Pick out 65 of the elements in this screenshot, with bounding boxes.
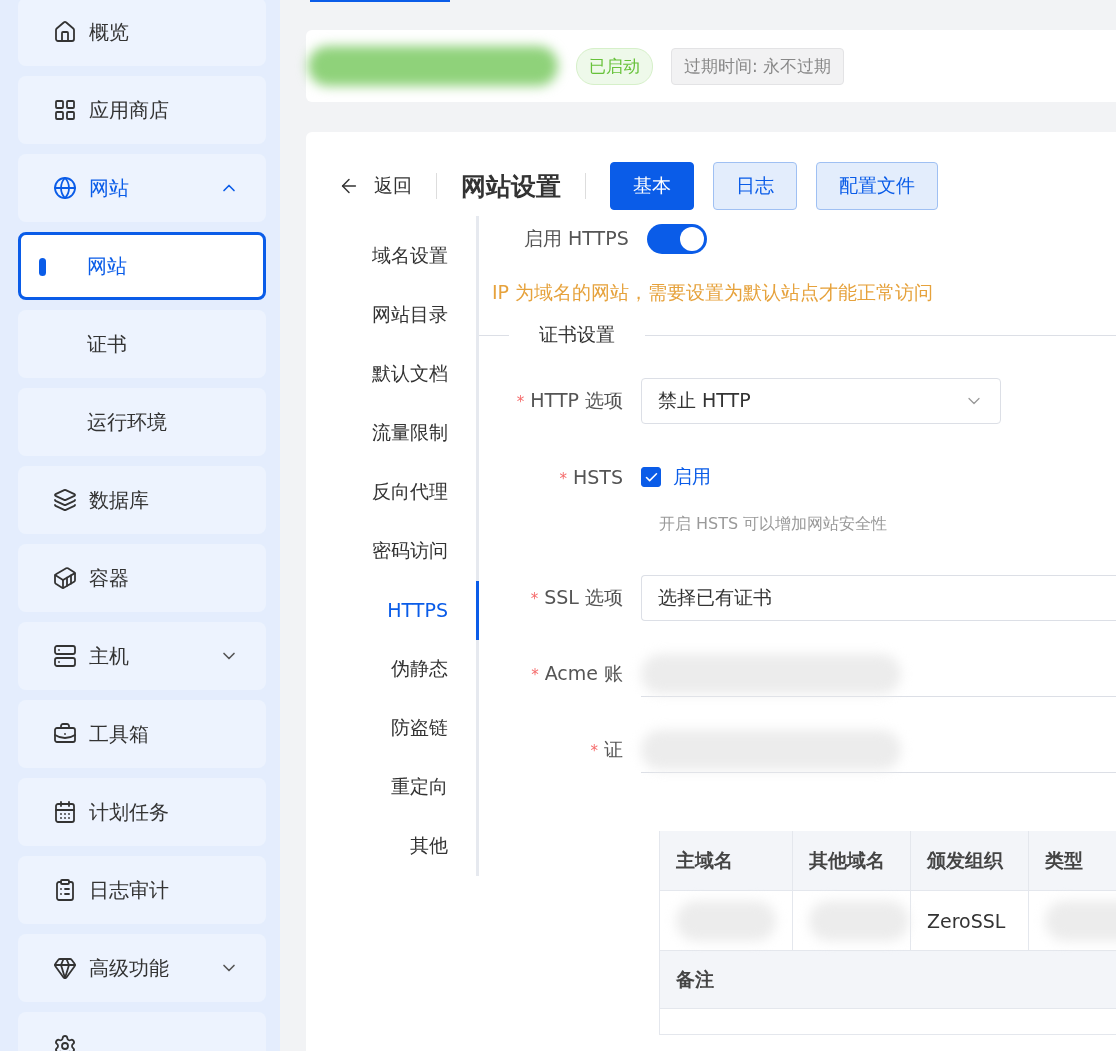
- switch-label: 启用 HTTPS: [524, 226, 629, 251]
- home-icon: [53, 20, 77, 44]
- settings-nav-item[interactable]: 默认文档: [338, 344, 479, 404]
- field-label: SSL 选项: [544, 586, 623, 608]
- status-tag: 已启动: [576, 47, 653, 85]
- field-label: 证: [604, 738, 623, 760]
- settings-nav-item[interactable]: 密码访问: [338, 521, 479, 581]
- server-icon: [53, 644, 77, 668]
- settings-nav-item[interactable]: 网站目录: [338, 285, 479, 345]
- input-field[interactable]: 选择已有证书: [641, 575, 1116, 621]
- required-mark: *: [516, 393, 525, 411]
- settings-nav-item[interactable]: 域名设置: [338, 226, 479, 286]
- sidebar-subitem[interactable]: 运行环境: [18, 388, 266, 456]
- layers-icon: [53, 488, 77, 512]
- container-icon: [53, 566, 77, 590]
- sidebar-subitem[interactable]: 网站: [18, 232, 266, 300]
- settings-nav-item[interactable]: HTTPS: [338, 580, 479, 640]
- back-button[interactable]: 返回: [338, 173, 412, 199]
- gem-icon: [53, 956, 77, 980]
- sidebar-item[interactable]: 工具箱: [18, 700, 266, 768]
- sidebar-item[interactable]: 高级功能: [18, 934, 266, 1002]
- list-icon: [53, 878, 77, 902]
- page-title: 网站设置: [461, 170, 561, 203]
- column-header: 其他域名: [793, 831, 911, 891]
- tab[interactable]: 日志: [713, 162, 797, 210]
- https-switch[interactable]: [646, 224, 707, 254]
- grid-icon: [53, 98, 77, 122]
- expiry-tag: 过期时间: 永不过期: [671, 47, 845, 85]
- tab[interactable]: 基本: [610, 162, 694, 210]
- sidebar-item[interactable]: 数据库: [18, 466, 266, 534]
- column-header: 颁发组织: [911, 831, 1029, 891]
- sidebar-item[interactable]: 概览: [18, 0, 266, 66]
- field-label: HTTP 选项: [530, 389, 623, 411]
- sidebar-item[interactable]: 应用商店: [18, 76, 266, 144]
- field-label: HSTS: [573, 466, 623, 488]
- field-label: Acme 账: [544, 662, 623, 684]
- required-mark: *: [559, 470, 567, 488]
- tab[interactable]: 配置文件: [816, 162, 938, 210]
- required-mark: *: [531, 666, 539, 684]
- sidebar-item[interactable]: 容器: [18, 544, 266, 612]
- sidebar-item[interactable]: 计划任务: [18, 778, 266, 846]
- column-header: 主域名: [660, 831, 793, 891]
- calendar-icon: [53, 800, 77, 824]
- settings-nav-item[interactable]: 流量限制: [338, 403, 479, 463]
- sidebar-item[interactable]: 日志审计: [18, 856, 266, 924]
- settings-nav-item[interactable]: 重定向: [338, 757, 479, 817]
- globe-icon: [53, 176, 77, 200]
- settings-nav-item[interactable]: 防盗链: [338, 698, 479, 758]
- required-mark: *: [530, 590, 539, 608]
- warning-text: IP 为域名的网站，需要设置为默认站点才能正常访问: [492, 280, 935, 305]
- toolbox-icon: [53, 722, 77, 746]
- settings-nav-item[interactable]: 其他: [338, 816, 479, 877]
- settings-nav-item[interactable]: 反向代理: [338, 462, 479, 522]
- note-label: 备注: [660, 951, 1116, 1009]
- settings-nav-item[interactable]: 伪静态: [338, 639, 479, 699]
- sidebar-item[interactable]: 主机: [18, 622, 266, 690]
- select-field[interactable]: 禁止 HTTP: [641, 378, 1001, 424]
- sidebar-subitem[interactable]: 证书: [18, 310, 266, 378]
- section-title: 证书设置: [538, 322, 616, 347]
- required-mark: *: [590, 742, 598, 760]
- gear-icon: [53, 1034, 77, 1051]
- checkbox[interactable]: 启用: [641, 464, 711, 490]
- sidebar-item[interactable]: 网站: [18, 154, 266, 222]
- column-header: 类型: [1029, 831, 1116, 891]
- help-text: 开启 HSTS 可以增加网站安全性: [659, 514, 889, 535]
